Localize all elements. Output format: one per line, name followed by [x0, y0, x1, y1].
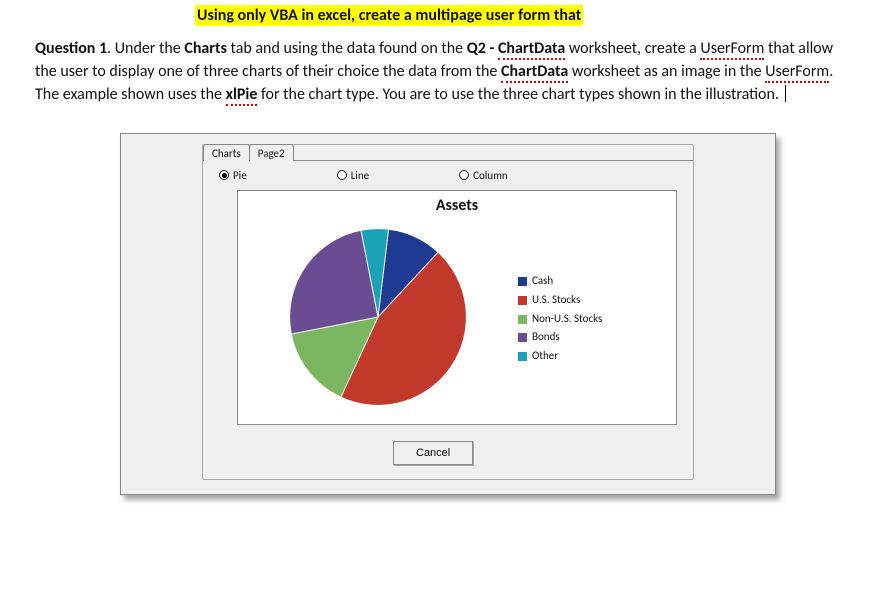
pie-svg	[285, 224, 471, 410]
legend-label-other: Other	[532, 347, 558, 366]
legend-label-nonus: Non-U.S. Stocks	[532, 310, 602, 329]
txt-q2: Q2 -	[467, 39, 498, 58]
heading-wrapper: Using only VBA in excel, create a multip…	[195, 6, 844, 25]
tab-strip-line	[293, 144, 693, 161]
txt: tab and using the data found on the	[227, 39, 467, 58]
legend-swatch-cash	[518, 277, 527, 286]
legend-label-us: U.S. Stocks	[532, 291, 580, 310]
legend-row-cash: Cash	[518, 272, 602, 291]
legend-row-nonus: Non-U.S. Stocks	[518, 310, 602, 329]
txt-chartdata2: ChartData	[501, 62, 568, 83]
userform-window: Charts Page2 Pie Line Column	[120, 133, 776, 495]
radio-line-bullet	[337, 170, 347, 180]
legend-swatch-other	[518, 352, 527, 361]
radio-line[interactable]: Line	[337, 169, 369, 182]
txt-xlpie: xlPie	[226, 85, 258, 106]
document-page: Using only VBA in excel, create a multip…	[0, 0, 879, 505]
legend-swatch-us	[518, 296, 527, 305]
cancel-button[interactable]: Cancel	[393, 441, 473, 465]
txt-charts: Charts	[184, 39, 227, 58]
chart-body: Cash U.S. Stocks Non-U.S. Stocks	[238, 215, 676, 424]
legend-swatch-bonds	[518, 333, 527, 342]
tab-strip: Charts Page2	[203, 144, 693, 161]
legend-swatch-nonus	[518, 315, 527, 324]
radio-pie-label: Pie	[233, 169, 247, 182]
tab-charts[interactable]: Charts	[203, 144, 250, 161]
radio-column-label: Column	[473, 169, 508, 182]
text-cursor	[785, 85, 786, 102]
radio-pie-bullet	[219, 170, 229, 180]
txt: worksheet as an image in the	[568, 62, 765, 81]
radio-pie[interactable]: Pie	[219, 169, 247, 182]
button-row: Cancel	[393, 441, 683, 465]
question-number: Question 1	[35, 39, 107, 58]
txt-userform2: UserForm	[765, 62, 829, 83]
radio-column-bullet	[459, 170, 469, 180]
txt-chartdata1: ChartData	[498, 39, 565, 60]
txt: for the chart type. You are to use the t…	[257, 85, 782, 104]
legend-row-bonds: Bonds	[518, 328, 602, 347]
legend-row-other: Other	[518, 347, 602, 366]
chart-type-radios: Pie Line Column	[219, 169, 683, 182]
txt-userform1: UserForm	[700, 39, 764, 60]
txt: worksheet, create a	[565, 39, 700, 58]
multipage: Charts Page2 Pie Line Column	[202, 144, 694, 480]
question-paragraph: Question 1. Under the Charts tab and usi…	[35, 37, 844, 107]
heading-highlight: Using only VBA in excel, create a multip…	[195, 5, 583, 26]
tab-body-charts: Pie Line Column Assets	[203, 161, 693, 479]
pie-chart	[238, 224, 518, 415]
radio-column[interactable]: Column	[459, 169, 508, 182]
radio-line-label: Line	[351, 169, 369, 182]
legend-row-us: U.S. Stocks	[518, 291, 602, 310]
tab-page2[interactable]: Page2	[249, 144, 294, 161]
chart-title: Assets	[238, 196, 676, 215]
legend-label-cash: Cash	[532, 272, 553, 291]
legend-label-bonds: Bonds	[532, 328, 560, 347]
txt: . Under the	[107, 39, 184, 58]
chart-legend: Cash U.S. Stocks Non-U.S. Stocks	[518, 272, 602, 365]
chart-image-frame: Assets Cash U.S. Stocks	[237, 190, 677, 425]
